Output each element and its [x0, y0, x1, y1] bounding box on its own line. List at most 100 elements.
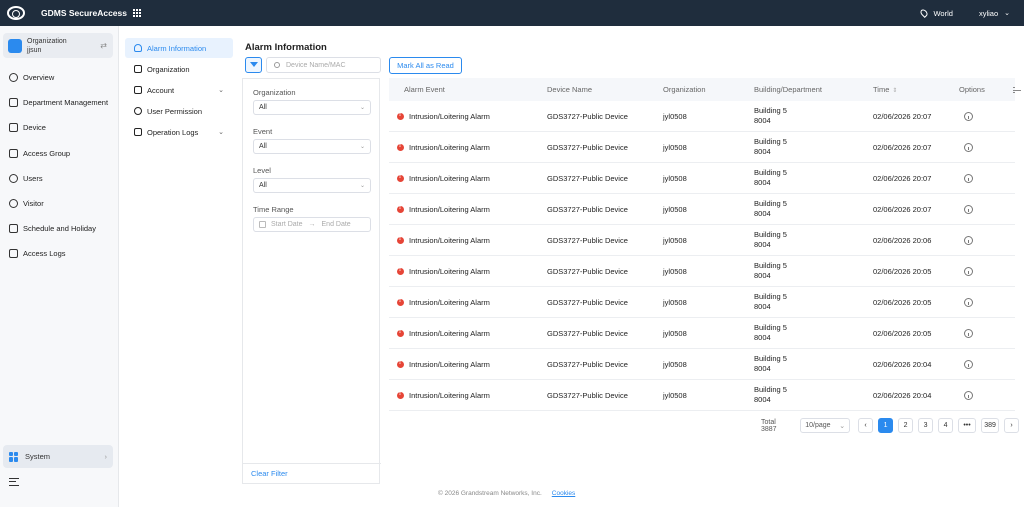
subnav-item-account[interactable]: Account ⌄ [125, 80, 233, 100]
column-settings-icon[interactable] [1012, 86, 1022, 93]
subnav-label: Operation Logs [147, 127, 199, 137]
subnav-item-alarm-information[interactable]: Alarm Information [125, 38, 233, 58]
page-button[interactable]: 389 [981, 418, 1000, 433]
org-label: Organization [27, 37, 67, 45]
alarm-event-text: Intrusion/Loitering Alarm [409, 328, 490, 338]
alarm-table: Alarm Event Device Name Organization Bui… [389, 78, 1022, 411]
overview-icon [9, 72, 18, 82]
time-range-picker[interactable]: Start Date → End Date [253, 217, 371, 232]
nav-item-overview[interactable]: Overview [9, 71, 54, 83]
nav-label: Overview [23, 72, 55, 82]
info-icon[interactable] [964, 173, 973, 183]
organization-switcher[interactable]: Organization jjsun ⇄ [3, 33, 113, 58]
alarm-icon [397, 205, 404, 213]
department-text: 8004 [754, 271, 771, 280]
info-icon[interactable] [964, 111, 973, 121]
page-button[interactable]: 3 [918, 418, 934, 433]
building-text: Building 5 [754, 261, 787, 270]
next-page-button[interactable]: › [1004, 418, 1019, 433]
nav-item-system[interactable]: System › [3, 445, 113, 468]
col-time[interactable]: Time ⇕ [873, 85, 959, 94]
alarm-event-text: Intrusion/Loitering Alarm [409, 204, 490, 214]
subnav-item-user-permission[interactable]: User Permission [125, 101, 233, 121]
total-count: Total 3887 [761, 418, 777, 433]
nav-label: Device [23, 122, 46, 132]
time-cell: 02/06/2026 20:05 [873, 328, 932, 338]
building-text: Building 5 [754, 323, 787, 332]
building-text: Building 5 [754, 168, 787, 177]
building-department-cell: Building 5 8004 [754, 106, 873, 126]
subnav-item-operation-logs[interactable]: Operation Logs ⌄ [125, 122, 233, 142]
page-button[interactable]: 4 [938, 418, 954, 433]
time-cell: 02/06/2026 20:06 [873, 235, 932, 245]
options-cell [959, 359, 1015, 369]
app-grid-icon[interactable] [133, 8, 142, 18]
info-icon[interactable] [964, 142, 973, 152]
start-date-input[interactable]: Start Date [271, 221, 303, 228]
info-icon[interactable] [964, 235, 973, 245]
page-button[interactable]: ••• [958, 418, 977, 433]
building-department-cell: Building 5 8004 [754, 168, 873, 188]
info-icon[interactable] [964, 359, 973, 369]
info-icon[interactable] [964, 204, 973, 214]
alarm-event-cell: Intrusion/Loitering Alarm [389, 236, 547, 245]
organization-filter-select[interactable]: All ⌄ [253, 100, 371, 115]
user-menu[interactable]: xyliao [979, 9, 998, 18]
info-icon[interactable] [964, 328, 973, 338]
col-device-name: Device Name [547, 85, 593, 94]
operation-logs-icon [134, 128, 142, 136]
level-filter-select[interactable]: All ⌄ [253, 178, 371, 193]
device-name-cell: GDS3727-Public Device [547, 266, 628, 276]
building-department-cell: Building 5 8004 [754, 385, 873, 405]
prev-page-button[interactable]: ‹ [858, 418, 874, 433]
region-selector[interactable]: World [933, 9, 952, 18]
page-size-select[interactable]: 10/page ⌄ [800, 418, 851, 433]
nav-item-access-group[interactable]: Access Group [9, 147, 70, 159]
nav-item-device[interactable]: Device [9, 121, 46, 133]
building-icon [8, 38, 22, 53]
chevron-down-icon: ⌄ [218, 129, 224, 136]
table-row: Intrusion/Loitering Alarm GDS3727-Public … [389, 163, 1015, 194]
table-body: Intrusion/Loitering Alarm GDS3727-Public … [389, 101, 1015, 411]
mark-all-read-button[interactable]: Mark All as Read [389, 57, 462, 74]
time-cell: 02/06/2026 20:07 [873, 173, 932, 183]
nav-item-users[interactable]: Users [9, 172, 43, 184]
device-name-cell: GDS3727-Public Device [547, 328, 628, 338]
nav-item-visitor[interactable]: Visitor [9, 197, 44, 209]
swap-icon[interactable]: ⇄ [100, 41, 107, 50]
time-cell: 02/06/2026 20:07 [873, 204, 932, 214]
device-search-input[interactable]: Device Name/MAC [266, 57, 381, 73]
info-icon[interactable] [964, 390, 973, 400]
info-icon[interactable] [964, 266, 973, 276]
alarm-event-cell: Intrusion/Loitering Alarm [389, 143, 547, 152]
alarm-event-text: Intrusion/Loitering Alarm [409, 235, 490, 245]
page-button[interactable]: 2 [898, 418, 914, 433]
end-date-input[interactable]: End Date [322, 221, 351, 228]
alarm-event-cell: Intrusion/Loitering Alarm [389, 112, 547, 121]
building-department-cell: Building 5 8004 [754, 137, 873, 157]
page-button[interactable]: 1 [878, 418, 894, 433]
info-icon[interactable] [964, 297, 973, 307]
filter-toggle-button[interactable] [245, 57, 262, 73]
event-filter-select[interactable]: All ⌄ [253, 139, 371, 154]
clear-filter-link[interactable]: Clear Filter [251, 469, 288, 478]
nav-item-department-management[interactable]: Department Management [9, 96, 108, 108]
organization-cell: jyl0508 [663, 328, 687, 338]
subnav-label: User Permission [147, 106, 203, 116]
cookies-link[interactable]: Cookies [552, 490, 575, 497]
table-header: Alarm Event Device Name Organization Bui… [389, 78, 1022, 101]
organization-cell: jyl0508 [663, 235, 687, 245]
nav-item-access-logs[interactable]: Access Logs [9, 247, 66, 259]
alarm-icon [397, 267, 404, 275]
department-text: 8004 [754, 147, 771, 156]
chevron-down-icon[interactable]: ⌄ [1004, 9, 1010, 17]
alarm-icon [397, 391, 404, 399]
building-department-cell: Building 5 8004 [754, 261, 873, 281]
collapse-menu-icon[interactable] [9, 478, 19, 486]
table-row: Intrusion/Loitering Alarm GDS3727-Public … [389, 194, 1015, 225]
sort-icon[interactable]: ⇕ [892, 88, 897, 94]
department-text: 8004 [754, 240, 771, 249]
subnav-item-organization[interactable]: Organization [125, 59, 233, 79]
nav-item-schedule-and-holiday[interactable]: Schedule and Holiday [9, 222, 96, 234]
location-pin-icon [919, 8, 930, 18]
